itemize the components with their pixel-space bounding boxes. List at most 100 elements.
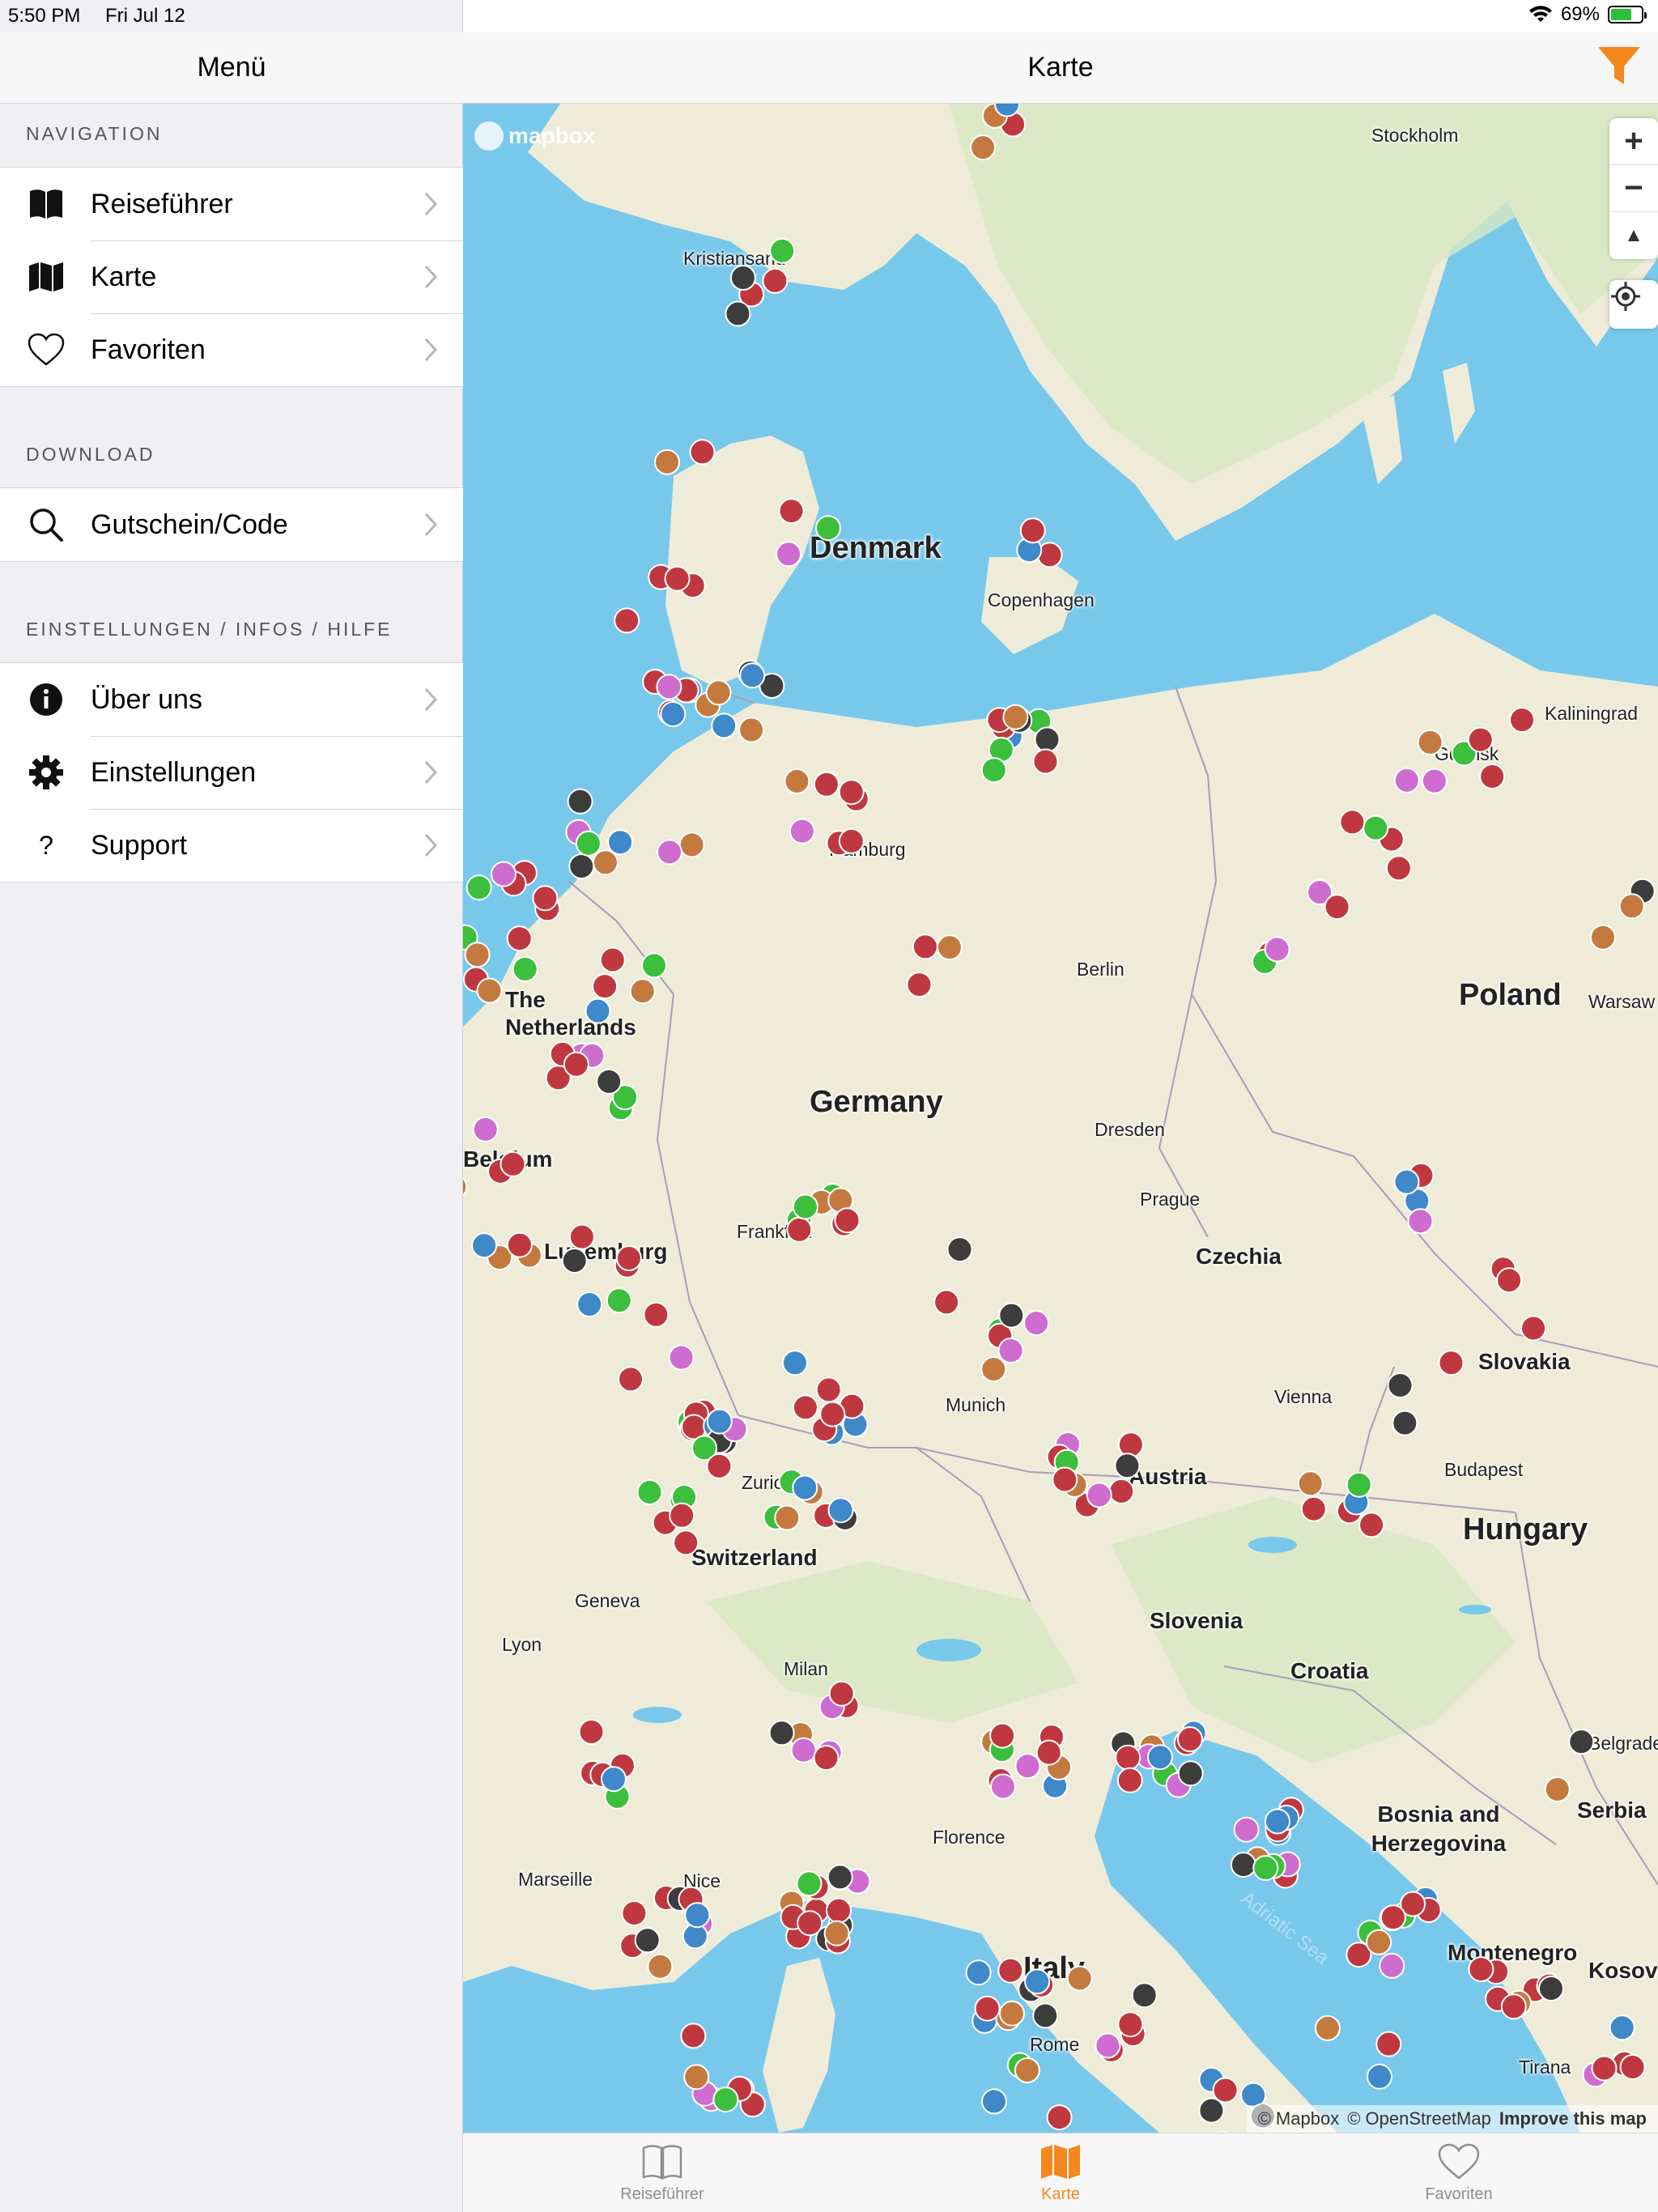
map-marker[interactable] <box>1379 1952 1405 1979</box>
improve-map-link[interactable]: Improve this map <box>1499 2108 1647 2129</box>
map-marker[interactable] <box>568 853 595 879</box>
map-marker[interactable] <box>683 2064 710 2091</box>
map-marker[interactable] <box>1358 1512 1385 1538</box>
map-marker[interactable] <box>1264 936 1290 963</box>
map-marker[interactable] <box>712 2087 739 2113</box>
map-marker[interactable] <box>1618 893 1645 920</box>
map-marker[interactable] <box>823 1920 850 1946</box>
filter-icon[interactable] <box>1596 44 1642 89</box>
map-marker[interactable] <box>1131 1982 1158 2009</box>
map-marker[interactable] <box>647 1953 674 1980</box>
sidebar-item-favoriten[interactable]: Favoriten <box>0 313 463 386</box>
map-marker[interactable] <box>629 978 656 1005</box>
map-marker[interactable] <box>1568 1729 1595 1755</box>
map-marker[interactable] <box>500 1151 526 1177</box>
map-marker[interactable] <box>792 1193 818 1220</box>
map-marker[interactable] <box>1265 1808 1290 1835</box>
map-marker[interactable] <box>472 1116 499 1142</box>
map-marker[interactable] <box>506 1231 533 1258</box>
map-marker[interactable] <box>599 946 626 973</box>
compass-button[interactable]: ▲ <box>1609 212 1658 259</box>
map-marker[interactable] <box>946 1236 973 1263</box>
attribution-osm-link[interactable]: © OpenStreetMap <box>1347 2108 1491 2129</box>
map-marker[interactable] <box>1233 1816 1260 1843</box>
map-marker[interactable] <box>981 2088 1007 2115</box>
map-marker[interactable] <box>1086 1482 1112 1508</box>
map-marker[interactable] <box>1024 1968 1051 1995</box>
map-marker[interactable] <box>769 237 796 264</box>
map-marker[interactable] <box>906 972 933 998</box>
map-marker[interactable] <box>1116 1767 1143 1793</box>
map-marker[interactable] <box>476 977 503 1004</box>
map-marker[interactable] <box>1052 1466 1078 1493</box>
map-marker[interactable] <box>654 449 680 475</box>
map-marker[interactable] <box>797 1910 823 1937</box>
map-marker[interactable] <box>725 300 751 327</box>
map-marker[interactable] <box>1230 1852 1256 1878</box>
map-marker[interactable] <box>1324 894 1350 921</box>
map-marker[interactable] <box>1252 1855 1279 1882</box>
map-marker[interactable] <box>592 973 619 1000</box>
map-marker[interactable] <box>1117 1431 1144 1458</box>
map-marker[interactable] <box>815 515 841 542</box>
map-marker[interactable] <box>669 1502 695 1529</box>
map-marker[interactable] <box>1019 517 1046 544</box>
map-marker[interactable] <box>834 1207 861 1234</box>
map-marker[interactable] <box>1115 1744 1141 1771</box>
map-marker[interactable] <box>1417 729 1443 755</box>
map-marker[interactable] <box>1468 1956 1494 1983</box>
map-marker[interactable] <box>621 1900 648 1926</box>
map-marker[interactable] <box>1392 1410 1418 1436</box>
map-marker[interactable] <box>636 1479 663 1505</box>
map-marker[interactable] <box>827 1497 854 1524</box>
map-marker[interactable] <box>1114 1453 1141 1479</box>
map-marker[interactable] <box>1407 1208 1434 1235</box>
map-marker[interactable] <box>838 779 865 806</box>
sidebar-item-gutschein[interactable]: Gutschein/Code <box>0 488 463 561</box>
map-marker[interactable] <box>1146 1744 1173 1771</box>
map-marker[interactable] <box>1198 2097 1225 2124</box>
map-marker[interactable] <box>1066 1965 1093 1992</box>
map-marker[interactable] <box>778 498 805 525</box>
map-marker[interactable] <box>568 1223 595 1250</box>
map-marker[interactable] <box>1108 1478 1135 1504</box>
map-marker[interactable] <box>592 849 619 876</box>
map-marker[interactable] <box>618 1366 644 1393</box>
map-marker[interactable] <box>601 1766 627 1793</box>
map-marker[interactable] <box>1032 2002 1059 2029</box>
map-marker[interactable] <box>596 1068 623 1095</box>
map-marker[interactable] <box>774 1504 801 1531</box>
map-marker[interactable] <box>643 1301 670 1328</box>
map-marker[interactable] <box>786 1216 813 1243</box>
map-marker[interactable] <box>1609 2014 1635 2041</box>
attribution-mapbox-link[interactable]: © Mapbox <box>1258 2108 1340 2129</box>
map-marker[interactable] <box>999 2000 1025 2027</box>
map-marker[interactable] <box>997 1957 1024 1984</box>
map-marker[interactable] <box>1393 767 1420 793</box>
map-marker[interactable] <box>532 885 559 912</box>
map-marker[interactable] <box>706 1408 733 1435</box>
map-marker[interactable] <box>738 717 765 743</box>
map-marker[interactable] <box>980 757 1007 784</box>
map-marker[interactable] <box>762 267 789 294</box>
map-marker[interactable] <box>668 1344 695 1371</box>
map-marker[interactable] <box>815 1376 842 1403</box>
map-marker[interactable] <box>689 439 716 466</box>
map-marker[interactable] <box>1479 764 1506 789</box>
map-marker[interactable] <box>789 818 815 844</box>
map-marker[interactable] <box>1212 2077 1239 2104</box>
map-marker[interactable] <box>989 1722 1016 1749</box>
map-marker[interactable] <box>1014 1753 1041 1780</box>
map-marker[interactable] <box>1117 2011 1144 2038</box>
map-marker[interactable] <box>567 788 593 815</box>
map-marker[interactable] <box>673 1529 699 1556</box>
map-marker[interactable] <box>1591 2055 1618 2082</box>
map-marker[interactable] <box>1297 1470 1324 1497</box>
map-marker[interactable] <box>1544 1776 1571 1802</box>
map-marker[interactable] <box>563 1051 589 1078</box>
map-view[interactable]: mapbox Denmark Germany Poland Czechia Sl… <box>463 104 1658 2133</box>
map-marker[interactable] <box>711 713 738 739</box>
map-marker[interactable] <box>813 1745 840 1772</box>
map-marker[interactable] <box>828 1680 855 1707</box>
map-marker[interactable] <box>970 134 997 161</box>
